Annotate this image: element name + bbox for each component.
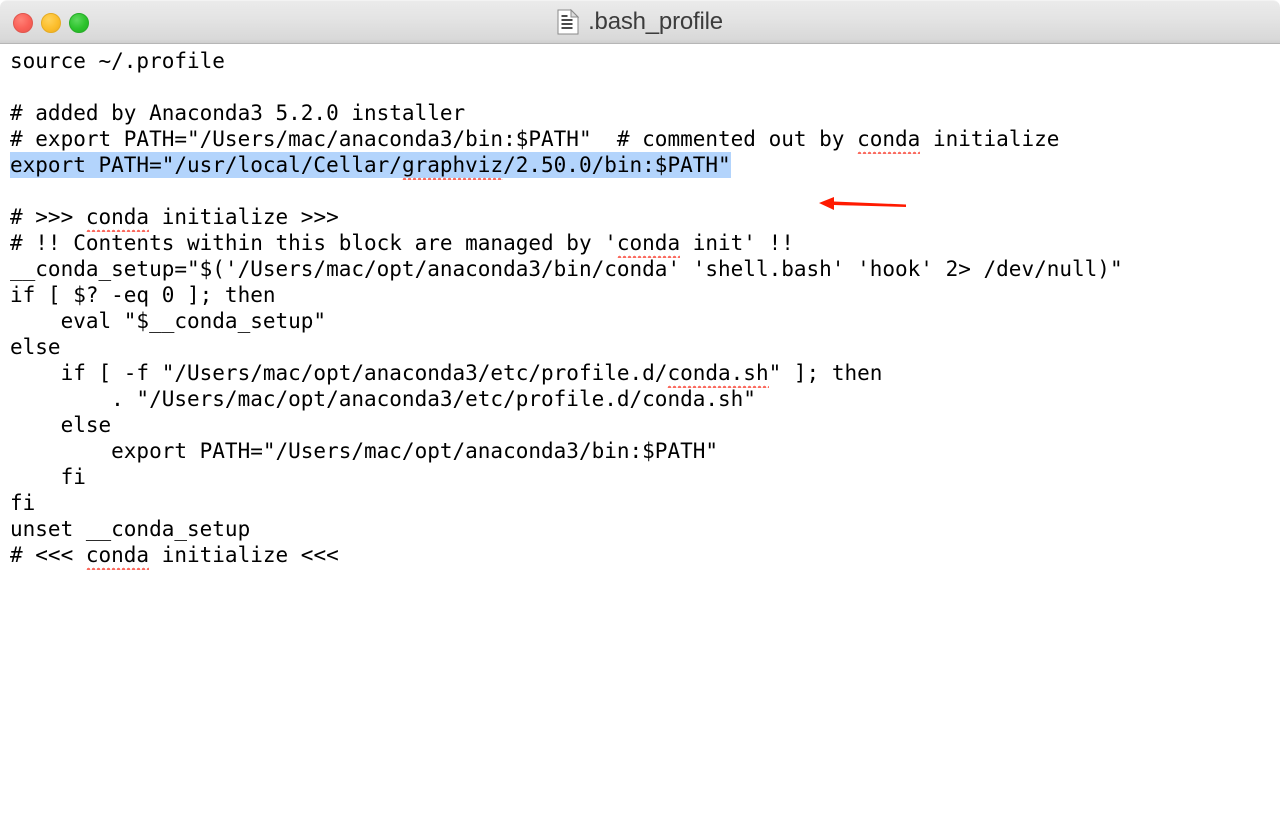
title-group: .bash_profile	[557, 8, 723, 36]
code-text: /2.50.0/bin:$PATH"	[503, 153, 731, 177]
code-line[interactable]: # added by Anaconda3 5.2.0 installer	[10, 100, 1123, 126]
code-text: if [ $? -eq 0 ]; then	[10, 283, 276, 307]
code-text: source ~/.profile	[10, 49, 225, 73]
window-titlebar[interactable]: .bash_profile	[0, 0, 1280, 44]
code-text: # added by Anaconda3 5.2.0 installer	[10, 101, 466, 125]
code-text: export PATH="/Users/mac/opt/anaconda3/bi…	[10, 439, 719, 463]
code-text: # export PATH="/Users/mac/anaconda3/bin:…	[10, 127, 858, 151]
spellcheck-underlined-word[interactable]: conda.sh	[667, 360, 769, 388]
code-text: fi	[10, 465, 86, 489]
code-line[interactable]: if [ -f "/Users/mac/opt/anaconda3/etc/pr…	[10, 360, 1123, 388]
zoom-window-button[interactable]	[69, 13, 89, 33]
code-line[interactable]: # >>> conda initialize >>>	[10, 204, 1123, 232]
spellcheck-underlined-word[interactable]: conda	[85, 542, 150, 570]
document-text-area[interactable]: source ~/.profile # added by Anaconda3 5…	[0, 44, 1280, 823]
code-line[interactable]: # <<< conda initialize <<<	[10, 542, 1123, 570]
window-title: .bash_profile	[588, 8, 723, 35]
code-text: else	[10, 335, 61, 359]
code-line[interactable]	[10, 178, 1123, 204]
code-text: initialize >>>	[149, 205, 339, 229]
code-text: fi	[10, 491, 36, 515]
code-text: " ]; then	[768, 361, 883, 385]
code-text: eval "$__conda_setup"	[10, 309, 327, 333]
code-text: export PATH="/usr/local/Cellar/	[10, 153, 402, 177]
code-line[interactable]: if [ $? -eq 0 ]; then	[10, 282, 1123, 308]
selected-code-line[interactable]: export PATH="/usr/local/Cellar/graphviz/…	[10, 152, 731, 180]
code-line[interactable]: export PATH="/usr/local/Cellar/graphviz/…	[10, 152, 1123, 180]
code-line[interactable]: fi	[10, 464, 1123, 490]
window-controls	[13, 1, 89, 45]
code-line[interactable]: # export PATH="/Users/mac/anaconda3/bin:…	[10, 126, 1123, 154]
code-line[interactable]: eval "$__conda_setup"	[10, 308, 1123, 334]
code-line[interactable]: source ~/.profile	[10, 48, 1123, 74]
code-line[interactable]: export PATH="/Users/mac/opt/anaconda3/bi…	[10, 438, 1123, 464]
document-icon	[557, 9, 580, 35]
spellcheck-underlined-word[interactable]: conda	[616, 230, 681, 258]
code-line[interactable]: . "/Users/mac/opt/anaconda3/etc/profile.…	[10, 386, 1123, 412]
code-line[interactable]: __conda_setup="$('/Users/mac/opt/anacond…	[10, 256, 1123, 282]
spellcheck-underlined-word[interactable]: conda	[857, 126, 921, 154]
code-text: . "/Users/mac/opt/anaconda3/etc/profile.…	[10, 387, 756, 411]
code-line[interactable]: else	[10, 412, 1123, 438]
code-text: else	[10, 413, 112, 437]
code-text: if [ -f "/Users/mac/opt/anaconda3/etc/pr…	[10, 361, 668, 385]
code-text: # >>>	[10, 205, 86, 229]
code-text: initialize	[920, 127, 1060, 151]
spellcheck-underlined-word[interactable]: conda	[85, 204, 150, 232]
code-text: init' !!	[680, 231, 794, 255]
close-window-button[interactable]	[13, 13, 33, 33]
minimize-window-button[interactable]	[41, 13, 61, 33]
code-text: unset __conda_setup	[10, 517, 251, 541]
text-editor-window: .bash_profile source ~/.profile # added …	[0, 0, 1280, 824]
code-text: # <<<	[10, 543, 86, 567]
spellcheck-underlined-word[interactable]: graphviz	[401, 152, 504, 180]
code-content[interactable]: source ~/.profile # added by Anaconda3 5…	[0, 44, 1123, 570]
code-line[interactable]	[10, 74, 1123, 100]
code-line[interactable]: else	[10, 334, 1123, 360]
code-text: # !! Contents within this block are mana…	[10, 231, 617, 255]
code-line[interactable]: # !! Contents within this block are mana…	[10, 230, 1123, 258]
code-line[interactable]: fi	[10, 490, 1123, 516]
code-text: __conda_setup="$('/Users/mac/opt/anacond…	[10, 257, 1123, 281]
code-line[interactable]: unset __conda_setup	[10, 516, 1123, 542]
code-text: initialize <<<	[149, 543, 339, 567]
